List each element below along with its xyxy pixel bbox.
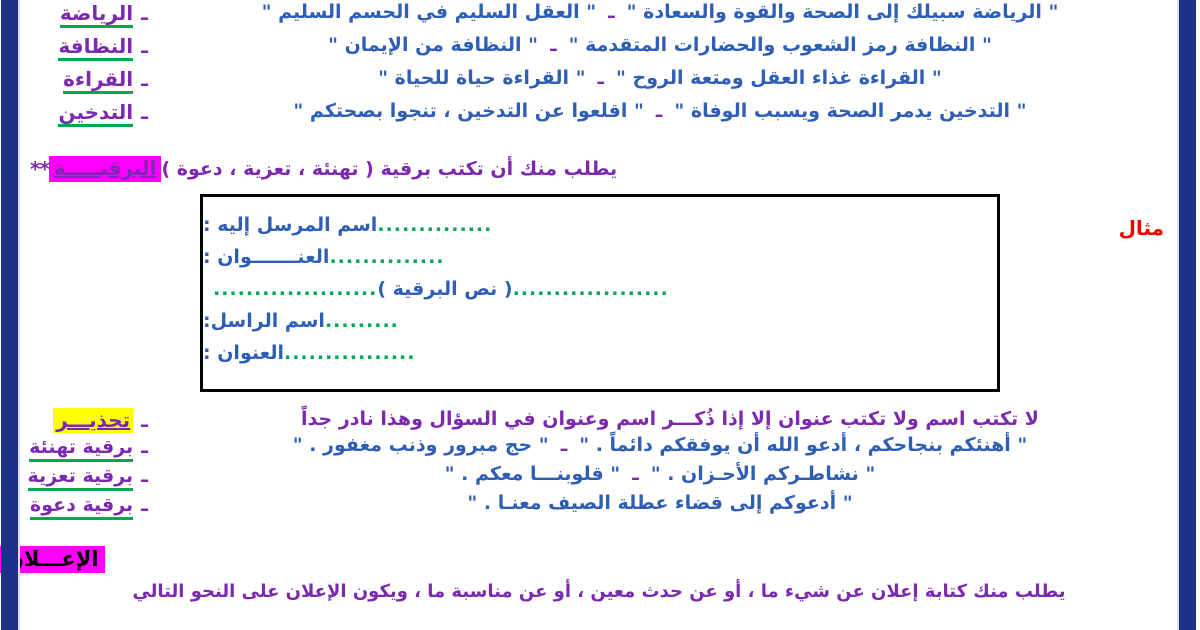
advertisement-body: يطلب منك كتابة إعلان عن شيء ما ، أو عن ح… [132,581,1066,602]
maxim-separator: ـ [597,67,605,89]
telegram-section-heading-row: ** البرقيـــــة يطلب منك أن تكتب برقية (… [0,156,1200,182]
maxim-row: ـ الرياضة " الرياضة سبيلك إلى الصحة والقو… [0,0,1200,33]
telegram-type-row: ـ برقية تهنئة " أهنئكم بنجاحكم ، أدعو الل… [0,433,1200,462]
body-blank-dots-right: .................... [213,278,378,300]
telegram-type-term-cell: ـ برقية تعزية [26,462,148,491]
sender-address-label: العنوان : [203,342,284,364]
example-area: مثال اسم المرسل إليه : .............. ال… [0,194,1200,394]
warning-label: تحذيـــر [53,408,134,433]
warning-row: ـ تحذيـــر لا تكتب اسم ولا تكتب عنوان إلا… [0,408,1200,433]
recipient-line: اسم المرسل إليه : .............. [203,214,997,236]
warning-text: لا تكتب اسم ولا تكتب عنوان إلا إذا ذُكــ… [301,408,1039,430]
list-dash: ـ [141,34,148,58]
maxim-quote-right: " القراءة غذاء العقل ومتعة الروح " [616,67,942,89]
maxim-row: ـ التدخين " التدخين يدمر الصحة ويسبب الوف… [0,99,1200,132]
warning-label-cell: ـ تحذيـــر [26,408,148,433]
maxim-quote-left: " القراءة حياة للحياة " [378,67,586,89]
telegram-example-separator: ـ [632,463,639,485]
sender-line: اسم الراسل: ......... [203,310,997,332]
maxim-quote-left: " العقل السليم في الحسم السليم " [261,1,597,23]
address-blank-dots: .............. [329,246,445,268]
telegram-type-term-cell: ـ برقية تهنئة [26,433,148,462]
maxim-quotes: " الرياضة سبيلك إلى الصحة والقوة والسعاد… [148,0,1172,26]
maxim-separator: ـ [550,34,557,56]
telegram-type-row: ـ برقية دعوة " أدعوكم إلى قضاء عطلة الصيف… [0,491,1200,520]
body-line: .................... ( نص البرقية ) ....… [203,278,997,300]
maxim-quotes: " التدخين يدمر الصحة ويسبب الوفاة " ـ " اق… [148,99,1172,125]
list-dash: ـ [141,434,148,458]
telegram-type-examples: " أهنئكم بنجاحكم ، أدعو الله أن يوفقكم د… [148,433,1172,459]
telegram-types-section: ـ برقية تهنئة " أهنئكم بنجاحكم ، أدعو الل… [0,433,1200,520]
telegram-example-right: " أدعوكم إلى قضاء عطلة الصيف معنـا . " [467,492,853,514]
list-dash: ـ [141,100,148,124]
maxim-quote-left: " اقلعوا عن التدخين ، تنجوا بصحتكم " [293,100,644,122]
body-blank-dots-left: ................... [512,278,669,300]
telegram-type-examples: " أدعوكم إلى قضاء عطلة الصيف معنـا . " [148,491,1172,517]
telegram-example-left: " قلوبنـــا معكم . " [444,463,621,485]
maxim-separator: ـ [608,1,615,23]
maxim-quote-right: " النظافة رمز الشعوب والحضارات المتقدمة … [568,34,992,56]
maxim-row: ـ النظافة " النظافة رمز الشعوب والحضارات … [0,33,1200,66]
sender-label: اسم الراسل: [203,310,325,332]
maxim-row: ـ القراءة " القراءة غذاء العقل ومتعة الرو… [0,66,1200,99]
telegram-example-left: " حج مبرور وذنب مغفور . " [292,434,549,456]
telegram-type-label: برقية تهنئة [29,437,134,462]
maxim-quotes: " النظافة رمز الشعوب والحضارات المتقدمة … [148,33,1172,59]
list-dash: ـ [141,1,148,25]
sender-address-blank-dots: ................ [283,342,416,364]
maxim-term-cell: ـ الرياضة [26,0,148,28]
body-label: ( نص البرقية ) [377,278,513,300]
address-label: العنـــــــوان : [203,246,330,268]
telegram-heading: البرقيـــــة [48,156,162,182]
maxim-term-cell: ـ القراءة [26,66,148,94]
maxim-quote-left: " النظافة من الإيمان " [328,34,539,56]
telegram-type-term-cell: ـ برقية دعوة [26,491,148,520]
worksheet-page: ـ الرياضة " الرياضة سبيلك إلى الصحة والقو… [0,0,1200,630]
telegram-example-right: " نشاطـركم الأحـزان . " [650,463,876,485]
recipient-label: اسم المرسل إليه : [203,214,378,236]
maxims-section: ـ الرياضة " الرياضة سبيلك إلى الصحة والقو… [0,0,1200,132]
decorative-left-bar [1,0,18,630]
telegram-example-right: " أهنئكم بنجاحكم ، أدعو الله أن يوفقكم د… [579,434,1028,456]
maxim-quote-right: " التدخين يدمر الصحة ويسبب الوفاة " [674,100,1027,122]
list-dash: ـ [141,408,148,432]
advertisement-heading-row: الإعـــلان [0,546,1200,573]
sender-blank-dots: ......... [324,310,399,332]
address-line: العنـــــــوان : .............. [203,246,997,268]
list-dash: ـ [141,463,148,487]
maxim-quote-right: " الرياضة سبيلك إلى الصحة والقوة والسعاد… [626,1,1059,23]
maxim-quotes: " القراءة غذاء العقل ومتعة الروح " ـ " الق… [148,66,1172,92]
maxim-term-label: التدخين [58,102,134,127]
maxim-term-label: القراءة [63,69,134,94]
example-label: مثال [1118,216,1164,240]
maxim-separator: ـ [655,100,663,122]
telegram-description: يطلب منك أن تكتب برقية ( تهنئة ، تعزية ،… [161,158,618,180]
telegram-type-row: ـ برقية تعزية " نشاطـركم الأحـزان . " ـ " ق… [0,462,1200,491]
asterisk-marker: ** [30,157,50,181]
list-dash: ـ [141,492,148,516]
telegram-template-box: اسم المرسل إليه : .............. العنـــ… [200,194,1000,392]
telegram-example-separator: ـ [560,434,568,456]
decorative-right-bar [1179,0,1196,630]
recipient-blank-dots: .............. [377,214,493,236]
telegram-type-label: برقية تعزية [27,466,134,491]
telegram-type-label: برقية دعوة [30,495,134,520]
maxim-term-label: الرياضة [59,3,134,28]
list-dash: ـ [141,67,148,91]
sender-address-line: العنوان : ................ [203,342,997,364]
maxim-term-cell: ـ النظافة [26,33,148,61]
maxim-term-label: النظافة [58,36,134,61]
maxim-term-cell: ـ التدخين [26,99,148,127]
telegram-type-examples: " نشاطـركم الأحـزان . " ـ " قلوبنـــا معكم… [148,462,1172,488]
